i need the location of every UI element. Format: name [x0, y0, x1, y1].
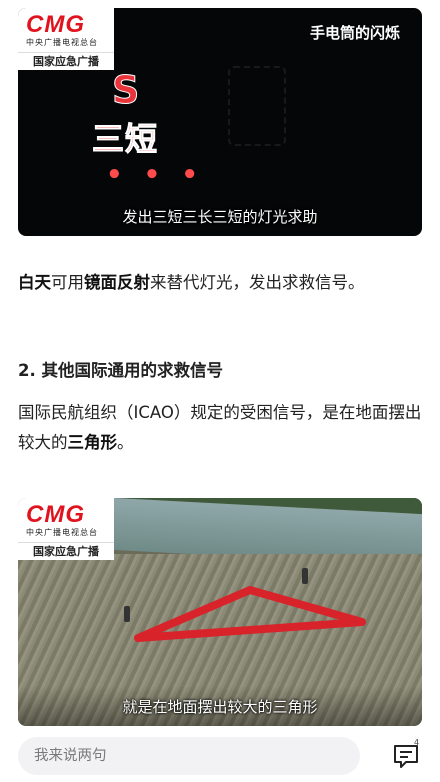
- logo-tag: 国家应急广播: [18, 542, 114, 560]
- logo-brand: CMG: [26, 501, 85, 528]
- comment-input[interactable]: 我来说两句: [18, 737, 360, 775]
- logo-brand-sub: 中央广播电视总台: [26, 528, 98, 537]
- person-figure: [124, 606, 130, 622]
- logo-tag: 国家应急广播: [18, 52, 114, 70]
- overlay-word: 三短: [91, 120, 159, 159]
- text: 来替代灯光，发出求救信号。: [150, 273, 365, 292]
- video-card-triangle[interactable]: CMG 中央广播电视总台 国家应急广播 就是在地面摆出较大的三角形: [18, 498, 422, 726]
- text-bold: 镜面反射: [84, 273, 150, 292]
- video-title: 手电筒的闪烁: [309, 24, 400, 42]
- logo-brand-sub: 中央广播电视总台: [26, 38, 98, 47]
- video-caption: 就是在地面摆出较大的三角形: [122, 698, 318, 716]
- cmg-logo: CMG 中央广播电视总台 国家应急广播: [18, 498, 114, 560]
- red-triangle: [134, 586, 366, 642]
- video-caption: 发出三短三长三短的灯光求助: [122, 208, 318, 226]
- section-heading: 2. 其他国际通用的求救信号: [18, 361, 223, 380]
- video-card-flashlight[interactable]: CMG 中央广播电视总台 国家应急广播 手电筒的闪烁 S 三短 • • • 发出…: [18, 8, 422, 236]
- comment-count: 4: [414, 738, 420, 747]
- text-bold: 三角形: [67, 433, 118, 452]
- cmg-logo: CMG 中央广播电视总台 国家应急广播: [18, 8, 114, 70]
- flashlight-glow: [228, 66, 286, 146]
- person-figure: [302, 568, 308, 584]
- overlay-dots: • • •: [106, 160, 204, 190]
- paragraph-icao-signal: 国际民航组织（ICAO）规定的受困信号，是在地面摆出较大的三角形。: [18, 398, 422, 458]
- text: 可用: [51, 273, 84, 292]
- text-bold: 白天: [18, 273, 51, 292]
- bottom-comment-bar: 我来说两句 4: [0, 730, 440, 782]
- overlay-letter: S: [111, 68, 140, 113]
- paragraph-mirror-reflection: 白天可用镜面反射来替代灯光，发出求救信号。: [18, 268, 422, 298]
- logo-brand: CMG: [26, 11, 85, 38]
- text: 。: [117, 433, 134, 452]
